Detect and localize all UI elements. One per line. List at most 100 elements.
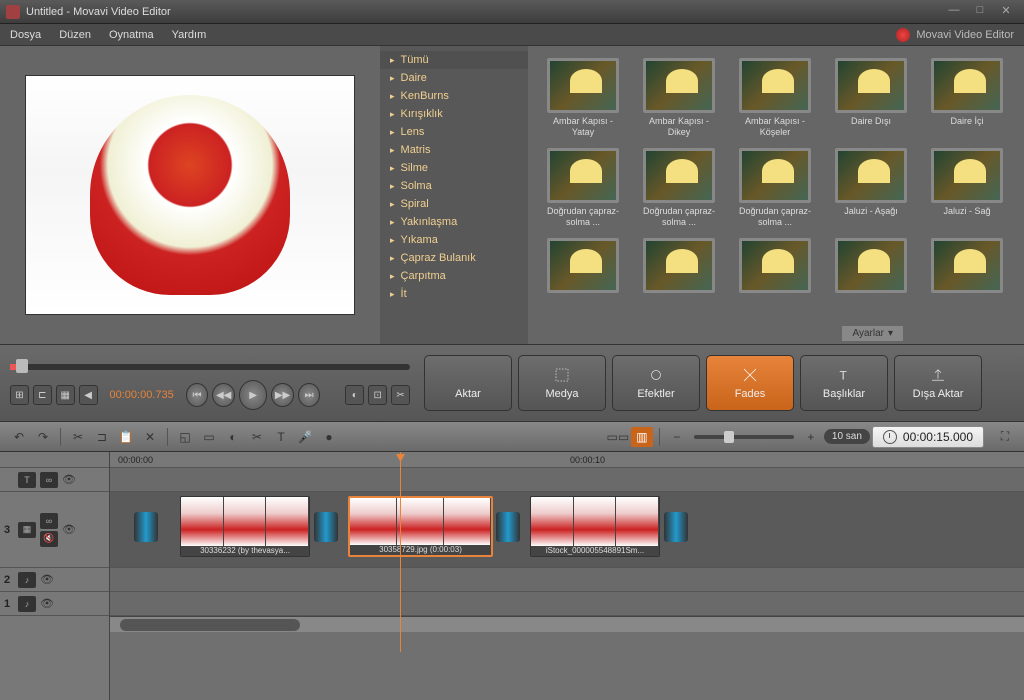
view-mode-1[interactable]: ▭▭ [607, 427, 629, 447]
effect-item[interactable]: Ambar Kapısı - Köşeler [732, 58, 818, 138]
category-item[interactable]: ▸Kırışıklık [380, 105, 528, 123]
link-icon[interactable]: ∞ [40, 513, 58, 529]
volume-icon[interactable]: ◀ [79, 385, 98, 405]
tool-c-icon[interactable]: ◐ [222, 427, 244, 447]
maximize-button[interactable]: □ [968, 4, 992, 20]
eye-icon[interactable]: 👁 [62, 523, 76, 536]
category-item[interactable]: ▸Spiral [380, 195, 528, 213]
expand-icon[interactable]: ⛶ [994, 427, 1016, 447]
effect-item[interactable]: Doğrudan çapraz-solma ... [540, 148, 626, 228]
effect-item[interactable]: Doğrudan çapraz-solma ... [636, 148, 722, 228]
effect-item[interactable] [828, 238, 914, 318]
category-item[interactable]: ▸Yıkama [380, 231, 528, 249]
tool-btn-4[interactable]: ◐ [345, 385, 364, 405]
category-item[interactable]: ▸Çarpıtma [380, 267, 528, 285]
video-clip[interactable]: iStock_000005548891Sm... [530, 496, 660, 557]
minimize-button[interactable]: — [942, 4, 966, 20]
forward-button[interactable]: ▶▶ [271, 383, 294, 407]
menu-edit[interactable]: Düzen [59, 29, 91, 41]
playhead[interactable] [400, 452, 401, 652]
link-icon[interactable]: ∞ [40, 472, 58, 488]
delete-icon[interactable]: ✕ [139, 427, 161, 447]
zoom-slider[interactable] [694, 435, 794, 439]
category-item[interactable]: ▸Tümü [380, 51, 528, 69]
scrubber[interactable] [10, 356, 410, 376]
play-button[interactable]: ▶ [239, 380, 267, 410]
video-track[interactable]: 30336232 (by thevasya... 30358729.jpg (0:… [110, 492, 1024, 568]
category-item[interactable]: ▸İt [380, 285, 528, 303]
settings-button[interactable]: Ayarlar▾ [841, 325, 904, 342]
effect-item[interactable]: Daire İçi [924, 58, 1010, 138]
tool-btn-3[interactable]: ▦ [56, 385, 75, 405]
tool-a-icon[interactable]: ◱ [174, 427, 196, 447]
track-header-audio2[interactable]: 2 ♪ 👁 [0, 568, 109, 592]
video-clip[interactable]: 30336232 (by thevasya... [180, 496, 310, 557]
mic-icon[interactable]: 🎤 [294, 427, 316, 447]
tab-efektler[interactable]: Efektler [612, 355, 700, 411]
mute-icon[interactable]: 🔇 [40, 531, 58, 547]
category-item[interactable]: ▸Solma [380, 177, 528, 195]
eye-icon[interactable]: 👁 [40, 573, 54, 586]
h-scrollbar[interactable] [110, 616, 1024, 632]
effect-item[interactable] [636, 238, 722, 318]
h-scrollbar-thumb[interactable] [120, 619, 300, 631]
category-item[interactable]: ▸Lens [380, 123, 528, 141]
close-button[interactable]: ✕ [994, 4, 1018, 20]
effect-item[interactable]: Jaluzi - Aşağı [828, 148, 914, 228]
category-item[interactable]: ▸Matris [380, 141, 528, 159]
transition[interactable] [664, 512, 688, 542]
tool-btn-2[interactable]: ⊏ [33, 385, 52, 405]
timeline-ruler[interactable]: 00:00:00 00:00:10 [110, 452, 1024, 468]
effect-item[interactable]: Doğrudan çapraz-solma ... [732, 148, 818, 228]
timeline-clock[interactable]: 00:00:15.000 [872, 426, 984, 448]
text-icon[interactable]: T [270, 427, 292, 447]
audio-track-1[interactable] [110, 592, 1024, 616]
tab-fades[interactable]: Fades [706, 355, 794, 411]
tool-b-icon[interactable]: ▭ [198, 427, 220, 447]
title-track[interactable] [110, 468, 1024, 492]
transition[interactable] [134, 512, 158, 542]
effect-item[interactable]: Ambar Kapısı - Dikey [636, 58, 722, 138]
crop-icon[interactable]: ✂ [391, 385, 410, 405]
effect-item[interactable] [540, 238, 626, 318]
video-clip[interactable]: 30358729.jpg (0:00:03) [348, 496, 493, 557]
transition[interactable] [314, 512, 338, 542]
track-header-audio1[interactable]: 1 ♪ 👁 [0, 592, 109, 616]
paste-icon[interactable]: 📋 [115, 427, 137, 447]
effect-item[interactable] [732, 238, 818, 318]
copy-icon[interactable]: ⊐ [91, 427, 113, 447]
tab-medya[interactable]: Medya [518, 355, 606, 411]
menu-file[interactable]: Dosya [10, 29, 41, 41]
transition[interactable] [496, 512, 520, 542]
category-item[interactable]: ▸Silme [380, 159, 528, 177]
zoom-in-icon[interactable]: + [800, 427, 822, 447]
category-item[interactable]: ▸Yakınlaşma [380, 213, 528, 231]
category-item[interactable]: ▸Daire [380, 69, 528, 87]
eye-icon[interactable]: 👁 [62, 473, 76, 486]
tab-disa-aktar[interactable]: Dışa Aktar [894, 355, 982, 411]
eye-icon[interactable]: 👁 [40, 597, 54, 610]
rewind-button[interactable]: ◀◀ [212, 383, 235, 407]
effect-item[interactable] [924, 238, 1010, 318]
cut-icon[interactable]: ✂ [67, 427, 89, 447]
tool-btn-5[interactable]: ⊡ [368, 385, 387, 405]
split-icon[interactable]: ✂ [246, 427, 268, 447]
category-item[interactable]: ▸KenBurns [380, 87, 528, 105]
effect-item[interactable]: Jaluzi - Sağ [924, 148, 1010, 228]
tool-btn-1[interactable]: ⊞ [10, 385, 29, 405]
preview-image[interactable] [25, 75, 355, 315]
view-mode-2[interactable]: ▥ [631, 427, 653, 447]
tab-basliklar[interactable]: TBaşlıklar [800, 355, 888, 411]
redo-icon[interactable]: ↷ [32, 427, 54, 447]
track-header-video[interactable]: 3 ▦ ∞ 🔇 👁 [0, 492, 109, 568]
undo-icon[interactable]: ↶ [8, 427, 30, 447]
category-item[interactable]: ▸Çapraz Bulanık [380, 249, 528, 267]
time-pill[interactable]: 10 san [824, 429, 870, 444]
rec-icon[interactable]: ● [318, 427, 340, 447]
effect-item[interactable]: Ambar Kapısı - Yatay [540, 58, 626, 138]
tab-aktar[interactable]: Aktar [424, 355, 512, 411]
effect-item[interactable]: Daire Dışı [828, 58, 914, 138]
zoom-handle[interactable] [724, 431, 734, 443]
track-header-title[interactable]: T ∞ 👁 [0, 468, 109, 492]
menu-play[interactable]: Oynatma [109, 29, 154, 41]
